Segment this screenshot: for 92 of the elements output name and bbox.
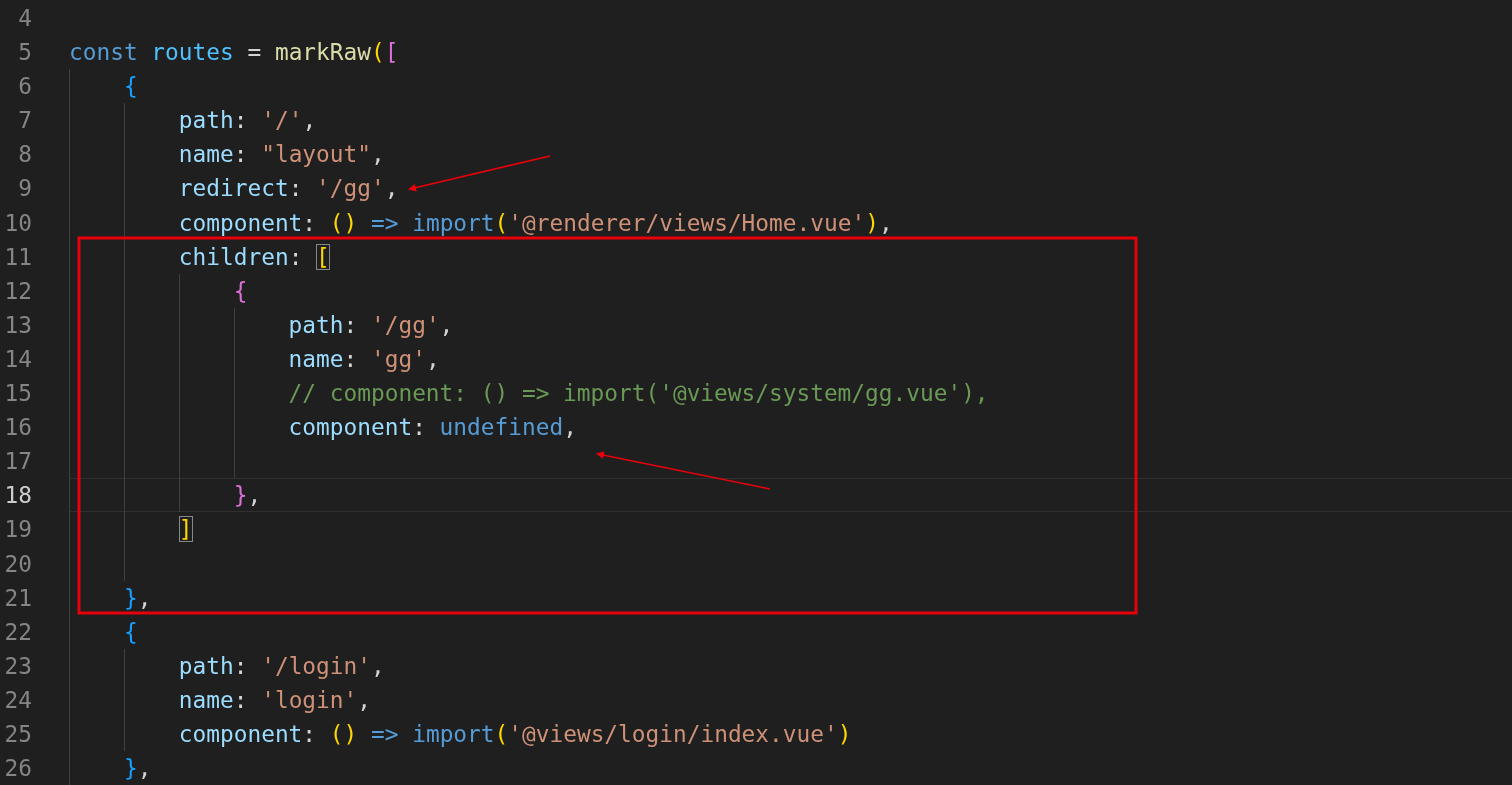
line-number: 10 [3,208,32,238]
code-bracket: () [329,720,358,747]
code-keyword: const [69,39,138,66]
string-literal: '/gg' [371,311,440,338]
string-literal: '@views/login/index.vue' [508,720,838,747]
string-literal: '@renderer/views/Home.vue' [508,209,866,236]
code-punctuation: : [302,209,317,236]
line-number: 16 [3,413,32,443]
function-name: markRaw [274,39,371,66]
line-number: 21 [3,583,32,613]
code-bracket: [ [384,39,399,66]
line-number: 15 [3,379,32,409]
property-name: children [178,243,289,270]
property-name: component [288,414,413,441]
code-punctuation: , [137,584,152,611]
code-punctuation: : [302,720,317,747]
line-number: 13 [3,310,32,340]
code-punctuation: : [412,414,426,441]
line-number: 18 [3,481,32,511]
line-number: 23 [3,651,32,681]
line-number: 26 [3,754,32,784]
code-punctuation: , [563,414,577,441]
line-number: 12 [3,276,32,306]
property-name: redirect [178,175,289,202]
code-punctuation: : [288,243,303,270]
line-number: 8 [17,140,32,170]
line-number: 5 [17,38,32,68]
property-name: name [288,345,344,372]
line-number: 6 [17,72,32,102]
property-name: component [178,209,303,236]
code-punctuation: : [233,141,248,168]
code-bracket: () [329,209,358,236]
string-literal: '/login' [261,652,371,679]
code-keyword: => [371,720,399,747]
code-punctuation: , [302,107,317,134]
code-punctuation: : [233,652,248,679]
line-number: 22 [3,617,32,647]
code-bracket: { [123,73,138,100]
property-name: path [288,311,344,338]
code-punctuation: , [425,345,440,372]
code-bracket: ( [494,720,509,747]
string-literal: 'login' [261,686,358,713]
code-keyword: undefined [439,414,564,441]
code-punctuation: , [439,311,454,338]
code-bracket: { [233,277,248,304]
code-punctuation: : [288,175,303,202]
code-punctuation: , [384,175,399,202]
code-bracket: } [123,584,138,611]
line-number: 11 [3,242,32,272]
string-literal: "layout" [261,141,371,168]
line-number: 20 [3,549,32,579]
string-literal: 'gg' [371,345,426,372]
code-punctuation: , [371,652,385,679]
code-punctuation: , [371,141,385,168]
code-punctuation: , [357,686,371,713]
code-bracket: ) [837,720,852,747]
line-number: 24 [3,685,32,715]
code-punctuation: : [233,686,248,713]
code-keyword: import [412,720,495,747]
code-bracket: ] [178,516,193,543]
code-punctuation: : [343,311,358,338]
code-bracket: ( [494,209,509,236]
line-number: 19 [3,515,32,545]
code-bracket: { [123,618,138,645]
property-name: path [178,652,234,679]
code-bracket: ) [865,209,879,236]
string-literal: '/' [261,107,303,134]
line-number: 17 [3,447,32,477]
variable-name: routes [151,39,234,66]
code-punctuation: , [137,755,152,782]
code-keyword: => [371,209,399,236]
code-punctuation: , [247,482,262,509]
string-literal: '/gg' [316,175,385,202]
line-number: 14 [3,344,32,374]
code-comment: // component: () => import('@views/system/gg.vue'), [288,380,989,407]
property-name: name [178,686,234,713]
property-name: name [178,141,234,168]
code-punctuation: = [247,39,262,66]
line-number: 25 [3,719,32,749]
property-name: path [178,107,234,134]
code-bracket: } [233,482,248,509]
code-bracket: ( [371,39,385,66]
property-name: component [178,720,303,747]
line-number: 4 [17,4,32,33]
line-number: 7 [17,106,32,136]
code-bracket: [ [316,243,330,270]
line-number: 9 [17,174,32,204]
code-bracket: } [123,755,138,782]
code-punctuation: : [343,345,358,372]
code-punctuation: , [878,209,893,236]
code-punctuation: : [233,107,248,134]
code-keyword: import [412,209,495,236]
